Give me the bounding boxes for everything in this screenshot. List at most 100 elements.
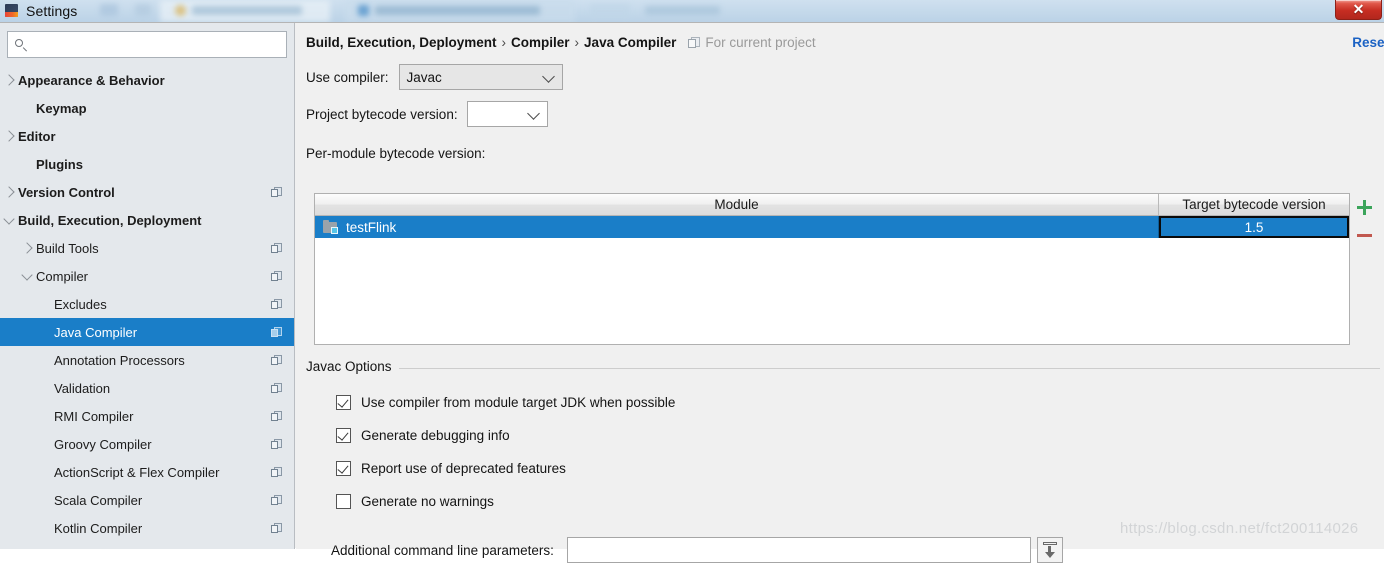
sidebar-item-scala-compiler[interactable]: Scala Compiler — [0, 486, 294, 514]
checkbox-label: Generate no warnings — [361, 494, 494, 509]
column-header-target[interactable]: Target bytecode version — [1159, 194, 1349, 215]
sidebar-item-label: Annotation Processors — [54, 352, 185, 368]
sidebar-item-label: Version Control — [18, 184, 115, 200]
settings-dialog: Settings ✕ Appearance & Behavior Keymap Ed… — [0, 0, 1384, 563]
cell-module[interactable]: testFlink — [315, 216, 1159, 238]
per-module-table[interactable]: Module Target bytecode version testFlink… — [314, 193, 1350, 345]
checkbox-indicator[interactable] — [336, 395, 351, 410]
copy-settings-icon — [271, 354, 282, 366]
sidebar-item-rmi-compiler[interactable]: RMI Compiler — [0, 402, 294, 430]
copy-settings-icon — [271, 522, 282, 534]
sidebar-item-label: Build, Execution, Deployment — [18, 212, 202, 228]
javac-options-group: Javac Options Use compiler from module t… — [306, 359, 1380, 563]
checkbox-label: Generate debugging info — [361, 428, 510, 443]
sidebar-item-appearance-behavior[interactable]: Appearance & Behavior — [0, 66, 294, 94]
chevron-right-icon[interactable] — [0, 130, 18, 142]
sidebar-item-kotlin-compiler[interactable]: Kotlin Compiler — [0, 514, 294, 542]
table-header-row: Module Target bytecode version — [315, 194, 1349, 216]
sidebar-item-excludes[interactable]: Excludes — [0, 290, 294, 318]
per-module-label: Per-module bytecode version: — [306, 146, 486, 161]
chevron-right-icon[interactable] — [18, 242, 36, 254]
javac-options-title: Javac Options — [306, 359, 399, 374]
copy-settings-icon — [271, 326, 282, 338]
sidebar-item-label: Groovy Compiler — [54, 436, 152, 452]
sidebar-item-build-tools[interactable]: Build Tools — [0, 234, 294, 262]
scope-label: For current project — [705, 35, 816, 50]
checkbox-label: Use compiler from module target JDK when… — [361, 395, 676, 410]
group-divider — [306, 368, 1380, 369]
sidebar-item-annotation-processors[interactable]: Annotation Processors — [0, 346, 294, 374]
sidebar-item-label: Keymap — [36, 100, 87, 116]
chevron-down-icon — [541, 70, 555, 83]
checkbox-indicator[interactable] — [336, 461, 351, 476]
sidebar-item-label: Scala Compiler — [54, 492, 143, 508]
add-module-button[interactable] — [1352, 193, 1376, 221]
use-compiler-select[interactable]: Javac — [398, 64, 563, 90]
sidebar-item-label: RMI Compiler — [54, 408, 134, 424]
additional-params-input[interactable] — [566, 537, 1031, 563]
copy-settings-icon — [271, 298, 282, 310]
sidebar-item-label: Java Compiler — [54, 324, 138, 340]
breadcrumb-segment-0[interactable]: Build, Execution, Deployment — [306, 35, 497, 50]
dialog-titlebar: Settings — [0, 0, 1384, 22]
add-icon — [1356, 199, 1372, 215]
intellij-idea-icon — [4, 3, 20, 19]
sidebar-item-label: ActionScript & Flex Compiler — [54, 464, 220, 480]
sidebar-item-plugins[interactable]: Plugins — [0, 150, 294, 178]
sidebar-item-java-compiler[interactable]: Java Compiler — [0, 318, 294, 346]
copy-settings-icon — [271, 438, 282, 450]
remove-icon — [1356, 233, 1372, 237]
sidebar-item-version-control[interactable]: Version Control — [0, 178, 294, 206]
close-button[interactable]: ✕ — [1335, 0, 1382, 20]
sidebar-item-label: Editor — [18, 128, 56, 144]
breadcrumb-segment-1[interactable]: Compiler — [511, 35, 570, 50]
breadcrumb-segment-2[interactable]: Java Compiler — [584, 35, 676, 50]
breadcrumb-separator: › — [574, 35, 580, 50]
search-input[interactable] — [33, 33, 277, 56]
module-icon — [323, 220, 339, 234]
module-name: testFlink — [346, 219, 397, 235]
sidebar-item-editor[interactable]: Editor — [0, 122, 294, 150]
checkbox-generate-no-warnings[interactable]: Generate no warnings — [336, 494, 494, 509]
sidebar-item-label: Kotlin Compiler — [54, 520, 143, 536]
copy-settings-icon — [271, 410, 282, 422]
search-box[interactable] — [7, 31, 287, 58]
chevron-down-icon[interactable] — [0, 212, 18, 225]
sidebar-item-validation[interactable]: Validation — [0, 374, 294, 402]
sidebar-item-actionscript-flex-compiler[interactable]: ActionScript & Flex Compiler — [0, 458, 294, 486]
expand-editor-icon[interactable] — [1036, 537, 1063, 563]
copy-settings-icon — [271, 186, 282, 198]
breadcrumb-separator: › — [501, 35, 507, 50]
checkbox-indicator[interactable] — [336, 494, 351, 509]
sidebar-item-label: Appearance & Behavior — [18, 72, 165, 88]
cell-target-bytecode[interactable]: 1.5 — [1159, 216, 1349, 238]
chevron-right-icon[interactable] — [0, 74, 18, 86]
checkbox-indicator[interactable] — [336, 428, 351, 443]
chevron-down-icon[interactable] — [18, 268, 36, 281]
sidebar-item-groovy-compiler[interactable]: Groovy Compiler — [0, 430, 294, 458]
sidebar-item-label: Excludes — [54, 296, 107, 312]
sidebar-item-label: Compiler — [36, 268, 89, 284]
dialog-body: Appearance & Behavior Keymap Editor Plugins… — [0, 22, 1384, 563]
checkbox-use-module-jdk[interactable]: Use compiler from module target JDK when… — [336, 395, 675, 410]
settings-tree: Appearance & Behavior Keymap Editor Plugins… — [0, 64, 294, 542]
checkbox-generate-debugging-info[interactable]: Generate debugging info — [336, 428, 510, 443]
table-row[interactable]: testFlink 1.5 — [315, 216, 1349, 238]
project-bytecode-select[interactable] — [466, 101, 548, 127]
reset-link[interactable]: Reset — [1352, 35, 1384, 50]
sidebar-item-label: Build Tools — [36, 240, 99, 256]
remove-module-button[interactable] — [1352, 221, 1376, 249]
checkbox-report-deprecated[interactable]: Report use of deprecated features — [336, 461, 566, 476]
scope-indicator: For current project — [688, 35, 816, 50]
sidebar-item-build-execution-deployment[interactable]: Build, Execution, Deployment — [0, 206, 294, 234]
table-side-toolbar — [1352, 193, 1378, 263]
column-header-module[interactable]: Module — [315, 194, 1159, 215]
use-compiler-row: Use compiler: Javac — [306, 64, 563, 90]
copy-settings-icon — [271, 466, 282, 478]
search-icon — [14, 38, 28, 52]
sidebar-item-keymap[interactable]: Keymap — [0, 94, 294, 122]
copy-settings-icon — [271, 494, 282, 506]
sidebar-item-compiler[interactable]: Compiler — [0, 262, 294, 290]
copy-settings-icon — [271, 382, 282, 394]
chevron-right-icon[interactable] — [0, 186, 18, 198]
